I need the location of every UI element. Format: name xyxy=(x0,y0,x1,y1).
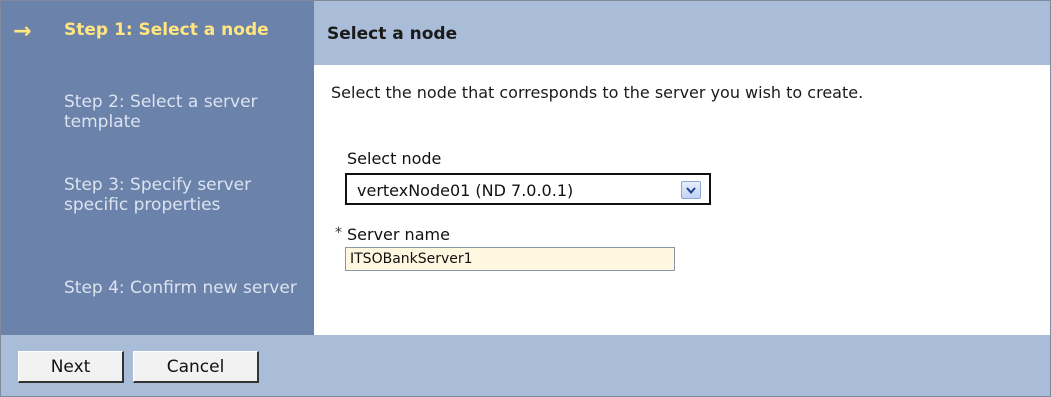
select-node-value: vertexNode01 (ND 7.0.0.1) xyxy=(357,181,574,200)
chevron-down-icon xyxy=(686,186,696,194)
step-4[interactable]: Step 4: Confirm new server xyxy=(64,278,309,298)
wizard-window: → Step 1: Select a node Step 2: Select a… xyxy=(0,0,1051,397)
step-1-current: Step 1: Select a node xyxy=(64,20,269,40)
dropdown-arrow-button[interactable] xyxy=(681,181,701,199)
select-node-label: Select node xyxy=(347,149,442,168)
server-name-input[interactable] xyxy=(345,247,675,271)
wizard-steps-sidebar: → Step 1: Select a node Step 2: Select a… xyxy=(1,1,314,335)
step-3[interactable]: Step 3: Specify server specific properti… xyxy=(64,175,309,215)
next-button[interactable]: Next xyxy=(18,351,124,383)
cancel-button[interactable]: Cancel xyxy=(133,351,259,383)
required-asterisk: * xyxy=(335,225,342,241)
select-node-dropdown[interactable]: vertexNode01 (ND 7.0.0.1) xyxy=(345,173,711,205)
server-name-label: Server name xyxy=(347,225,450,244)
step-2[interactable]: Step 2: Select a server template xyxy=(64,92,309,132)
panel-content: Select the node that corresponds to the … xyxy=(314,65,1050,335)
panel-title: Select a node xyxy=(327,24,458,44)
current-step-arrow-icon: → xyxy=(13,19,32,44)
wizard-footer: Next Cancel xyxy=(1,335,1050,396)
panel-header: Select a node xyxy=(314,1,1050,65)
panel-description: Select the node that corresponds to the … xyxy=(331,83,864,102)
